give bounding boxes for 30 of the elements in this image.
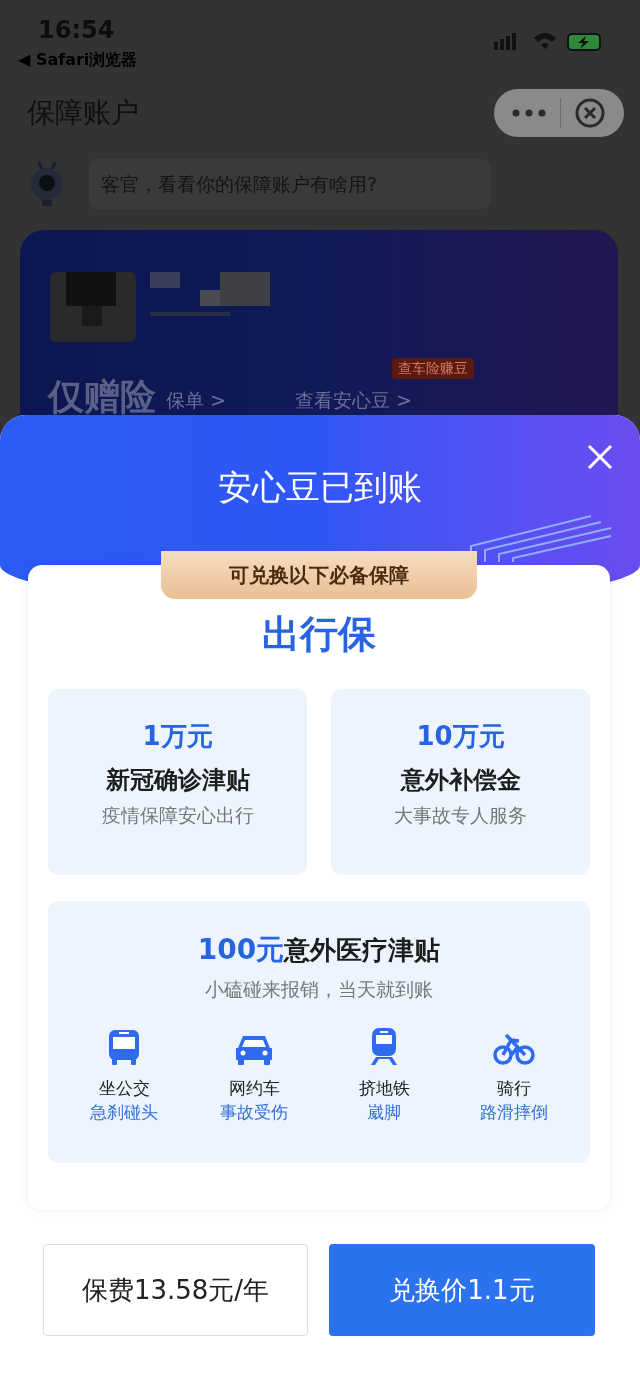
- scene-name: 挤地铁: [358, 1076, 410, 1100]
- beans-link[interactable]: 查看安心豆 >: [295, 386, 412, 415]
- policy-link[interactable]: 保单 >: [166, 386, 226, 415]
- train-icon: [368, 1025, 400, 1066]
- benefit-description: 大事故专人服务: [394, 803, 527, 828]
- capsule-menu[interactable]: [494, 89, 624, 137]
- badge: 查车险赚豆: [392, 358, 474, 379]
- more-icon[interactable]: [512, 109, 546, 117]
- scene-risk: 事故受伤: [220, 1100, 288, 1124]
- close-icon[interactable]: [575, 98, 605, 128]
- plan-name: 出行保: [262, 611, 376, 658]
- ribbon: 可兑换以下必备保障: [161, 551, 477, 599]
- scene-risk: 急刹碰头: [90, 1100, 158, 1124]
- medical-title: 意外医疗津贴: [284, 934, 441, 967]
- premium-label: 保费13.58元/年: [43, 1244, 308, 1336]
- benefit-description: 疫情保障安心出行: [101, 803, 254, 828]
- scene-name: 骑行: [497, 1076, 531, 1100]
- exchange-button[interactable]: 兑换价1.1元: [329, 1244, 595, 1336]
- scene-name: 网约车: [228, 1076, 280, 1100]
- medical-description: 小磕碰来报销，当天就到账: [205, 977, 433, 1002]
- benefit-name: 新冠确诊津贴: [105, 765, 250, 796]
- scene-risk: 路滑摔倒: [480, 1100, 548, 1124]
- modal-title: 安心豆已到账: [218, 466, 422, 509]
- scene-name: 坐公交: [98, 1076, 150, 1100]
- benefit-amount: 10万元: [416, 720, 505, 753]
- product-name: 仅赠险: [48, 375, 156, 419]
- benefit-amount: 1万元: [142, 720, 213, 753]
- scene-risk: 崴脚: [367, 1100, 401, 1124]
- bus-icon: [107, 1027, 141, 1066]
- benefit-name: 意外补偿金: [400, 765, 521, 796]
